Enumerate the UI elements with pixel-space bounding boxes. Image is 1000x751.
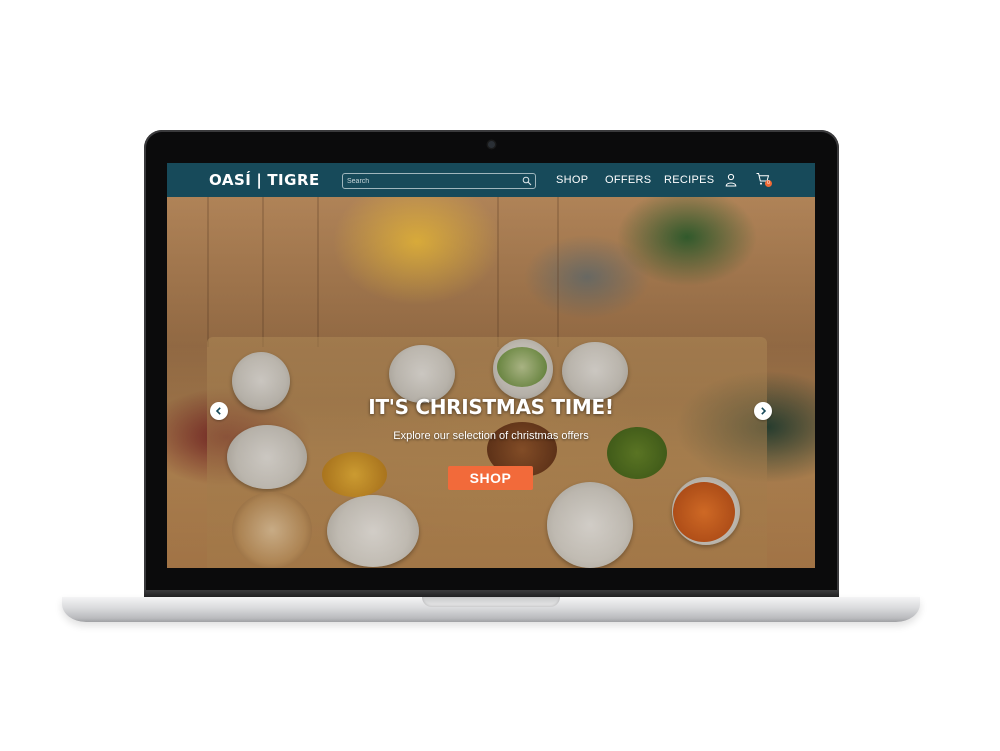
nav-recipes[interactable]: RECIPES xyxy=(664,174,714,186)
nav-shop[interactable]: SHOP xyxy=(556,174,588,186)
laptop-base xyxy=(62,597,920,622)
chevron-left-icon xyxy=(215,407,221,415)
laptop-screen: OASÍ|TIGRE SHOP OFFERS RECIPES xyxy=(167,163,815,568)
search-box xyxy=(342,173,536,189)
site-header: OASÍ|TIGRE SHOP OFFERS RECIPES xyxy=(167,163,815,197)
webcam xyxy=(488,141,495,148)
laptop-lid: OASÍ|TIGRE SHOP OFFERS RECIPES xyxy=(144,130,839,598)
logo[interactable]: OASÍ | TIGRE xyxy=(209,171,320,189)
hero-subtitle: Explore our selection of christmas offer… xyxy=(393,430,589,442)
logo-left: OASÍ xyxy=(209,171,252,189)
search-icon[interactable] xyxy=(522,176,532,186)
hero-content: IT'S CHRISTMAS TIME! Explore our selecti… xyxy=(167,197,815,568)
hero-shop-button[interactable]: SHOP xyxy=(448,466,533,490)
cart-badge: 0 xyxy=(765,180,772,187)
logo-right: TIGRE xyxy=(267,171,320,189)
user-icon[interactable] xyxy=(725,173,737,187)
carousel-prev-button[interactable] xyxy=(210,402,228,420)
hero-banner: IT'S CHRISTMAS TIME! Explore our selecti… xyxy=(167,197,815,568)
hero-title: IT'S CHRISTMAS TIME! xyxy=(368,395,614,419)
chevron-right-icon xyxy=(761,407,767,415)
nav-offers[interactable]: OFFERS xyxy=(605,174,651,186)
laptop-base-notch xyxy=(422,597,560,607)
carousel-next-button[interactable] xyxy=(754,402,772,420)
search-input[interactable] xyxy=(343,175,521,187)
logo-separator: | xyxy=(256,171,263,189)
